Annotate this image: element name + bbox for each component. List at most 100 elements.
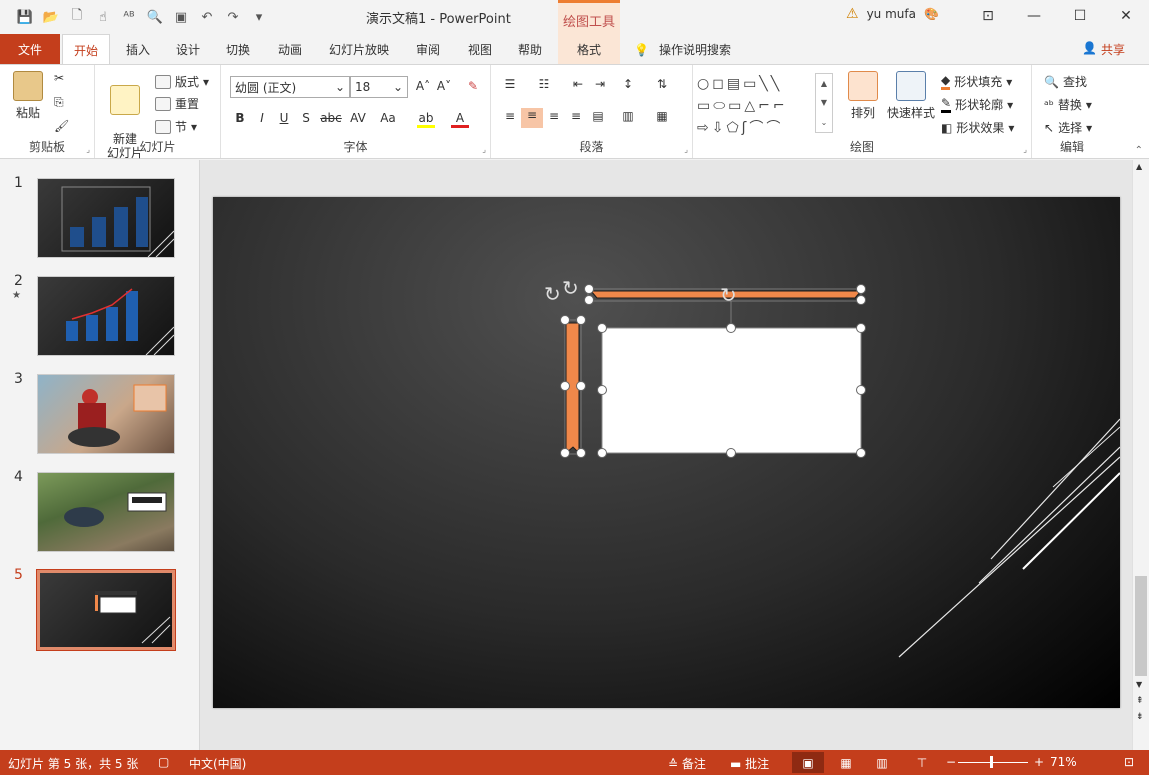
white-rectangle-shape[interactable] [601, 327, 862, 454]
decrease-indent-icon[interactable]: ⇤ [569, 77, 587, 91]
thumbnail-image[interactable] [37, 178, 175, 258]
replace-button[interactable]: ᵃᵇ 替换 ▾ [1044, 96, 1092, 113]
present-icon[interactable]: ▣ [170, 6, 192, 28]
thumbnail-image[interactable] [36, 569, 176, 651]
paste-button[interactable]: 粘贴 [8, 71, 48, 121]
increase-indent-icon[interactable]: ⇥ [591, 77, 609, 91]
comments-button[interactable]: ▬ 批注 [730, 755, 769, 772]
bullets-icon[interactable]: ☰ [501, 77, 519, 91]
align-left-icon[interactable]: ≡ [501, 109, 519, 123]
tab-transitions[interactable]: 切换 [220, 34, 256, 64]
zoom-out-icon[interactable]: − [946, 755, 956, 769]
warning-icon[interactable]: ⚠ [846, 6, 859, 22]
zoom-level[interactable]: 71% [1050, 755, 1077, 769]
tab-review[interactable]: 审阅 [410, 34, 446, 64]
vertical-scrollbar[interactable]: ▲ ▼ ⇞ ⇟ [1132, 160, 1149, 750]
thumbnail-image[interactable] [37, 472, 175, 552]
shadow-icon[interactable]: S [297, 111, 315, 125]
thumbnail-slide-4[interactable]: 4 [0, 454, 200, 552]
find-button[interactable]: 🔍 查找 [1044, 73, 1087, 90]
rotate-handle-icon[interactable]: ↻ [720, 283, 737, 307]
shape-outline-button[interactable]: ✎ 形状轮廓 ▾ [941, 96, 1013, 113]
rotate-handle-icon[interactable]: ↻ [544, 282, 561, 306]
thumbnail-slide-1[interactable]: 1 [0, 160, 200, 258]
tab-home[interactable]: 开始 [62, 34, 110, 64]
font-size-select[interactable]: 18 ⌄ [350, 76, 408, 98]
bold-icon[interactable]: B [231, 111, 249, 125]
thumbnail-image[interactable] [37, 276, 175, 356]
tell-me-search[interactable]: 💡 操作说明搜索 [634, 41, 731, 58]
new-icon[interactable]: 🗋 [66, 6, 88, 28]
section-button[interactable]: 节 ▾ [155, 118, 197, 135]
strikethrough-icon[interactable]: abc [319, 111, 343, 125]
chevron-up-icon[interactable]: ▲ [821, 79, 827, 88]
shape-fill-button[interactable]: ◆ 形状填充 ▾ [941, 73, 1012, 90]
slide-sorter-icon[interactable]: ▦ [830, 752, 862, 773]
touch-mode-icon[interactable]: ☝ [92, 6, 114, 28]
underline-icon[interactable]: U [275, 111, 293, 125]
preview-icon[interactable]: 🔍 [144, 6, 166, 28]
drawing-launcher-icon[interactable]: ⌟ [1023, 145, 1027, 154]
thumbnail-slide-3[interactable]: 3 [0, 356, 200, 454]
reading-view-icon[interactable]: ▥ [866, 752, 898, 773]
thumbnail-slide-5[interactable]: 5 [0, 552, 200, 651]
tab-insert[interactable]: 插入 [120, 34, 156, 64]
shrink-font-icon[interactable]: A˅ [435, 79, 453, 93]
tab-animations[interactable]: 动画 [272, 34, 308, 64]
distribute-icon[interactable]: ▤ [589, 109, 607, 123]
tab-help[interactable]: 帮助 [512, 34, 548, 64]
expand-gallery-icon[interactable]: ⌄ [821, 118, 828, 127]
numbering-icon[interactable]: ☷ [535, 77, 553, 91]
undo-icon[interactable]: ↶ [196, 6, 218, 28]
spelling-icon[interactable]: ᴬᴮ [118, 6, 140, 28]
zoom-slider[interactable] [958, 762, 1028, 763]
fit-slide-icon[interactable]: ⊡ [1124, 755, 1134, 769]
spellcheck-icon[interactable]: ▢ [158, 755, 169, 769]
close-icon[interactable]: ✕ [1103, 0, 1149, 32]
justify-icon[interactable]: ≡ [567, 109, 585, 123]
scroll-up-icon[interactable]: ▲ [1136, 162, 1142, 171]
current-slide[interactable]: ↻ ↻ ↻ [213, 197, 1120, 708]
normal-view-icon[interactable]: ▣ [792, 752, 824, 773]
tab-slideshow[interactable]: 幻灯片放映 [326, 34, 392, 64]
open-icon[interactable]: 📂 [40, 6, 62, 28]
ribbon-display-icon[interactable]: ⊡ [965, 0, 1011, 32]
minimize-icon[interactable]: — [1011, 0, 1057, 32]
columns-icon[interactable]: ▥ [619, 109, 637, 123]
slideshow-view-icon[interactable]: ⊤ [906, 752, 938, 773]
previous-slide-icon[interactable]: ⇞ [1136, 696, 1144, 706]
change-case-icon[interactable]: Aa [375, 111, 401, 125]
scroll-thumb[interactable] [1135, 576, 1147, 676]
select-button[interactable]: ↖ 选择 ▾ [1044, 119, 1092, 136]
zoom-slider-thumb[interactable] [990, 756, 993, 768]
clear-format-icon[interactable]: ✎ [464, 79, 482, 93]
align-right-icon[interactable]: ≡ [545, 109, 563, 123]
customize-qat-icon[interactable]: ▾ [248, 6, 270, 28]
user-name[interactable]: yu mufa [867, 7, 916, 21]
text-direction-icon[interactable]: ⇅ [653, 77, 671, 91]
layout-button[interactable]: 版式 ▾ [155, 73, 209, 90]
tab-file[interactable]: 文件 [0, 34, 60, 64]
save-icon[interactable]: 💾 [14, 6, 36, 28]
highlight-icon[interactable]: ab [417, 111, 435, 128]
shapes-gallery[interactable]: ○◻▤▭╲╲ ▭⬭▭△⌐⌐ ⇨⇩⬠ʃ⌒⌒ [697, 73, 815, 136]
font-color-icon[interactable]: A [451, 111, 469, 128]
next-slide-icon[interactable]: ⇟ [1136, 712, 1144, 722]
tab-view[interactable]: 视图 [462, 34, 498, 64]
copy-icon[interactable]: ⎘ [54, 95, 64, 110]
clipboard-launcher-icon[interactable]: ⌟ [86, 145, 90, 154]
char-spacing-icon[interactable]: AV [345, 111, 371, 125]
font-launcher-icon[interactable]: ⌟ [482, 145, 486, 154]
avatar[interactable]: 🎨 [924, 7, 939, 21]
gallery-scroll[interactable]: ▲ ▼ ⌄ [815, 73, 833, 133]
language[interactable]: 中文(中国) [189, 755, 246, 772]
thumbnail-image[interactable] [37, 374, 175, 454]
redo-icon[interactable]: ↷ [222, 6, 244, 28]
zoom-in-icon[interactable]: + [1034, 755, 1044, 769]
align-center-icon[interactable]: ≡ [521, 108, 543, 128]
grow-font-icon[interactable]: A˄ [414, 79, 432, 93]
font-name-select[interactable]: 幼圆 (正文) ⌄ [230, 76, 350, 98]
reset-button[interactable]: 重置 [155, 95, 199, 112]
chevron-down-icon[interactable]: ▼ [821, 98, 827, 107]
line-spacing-icon[interactable]: ↕ [619, 77, 637, 91]
